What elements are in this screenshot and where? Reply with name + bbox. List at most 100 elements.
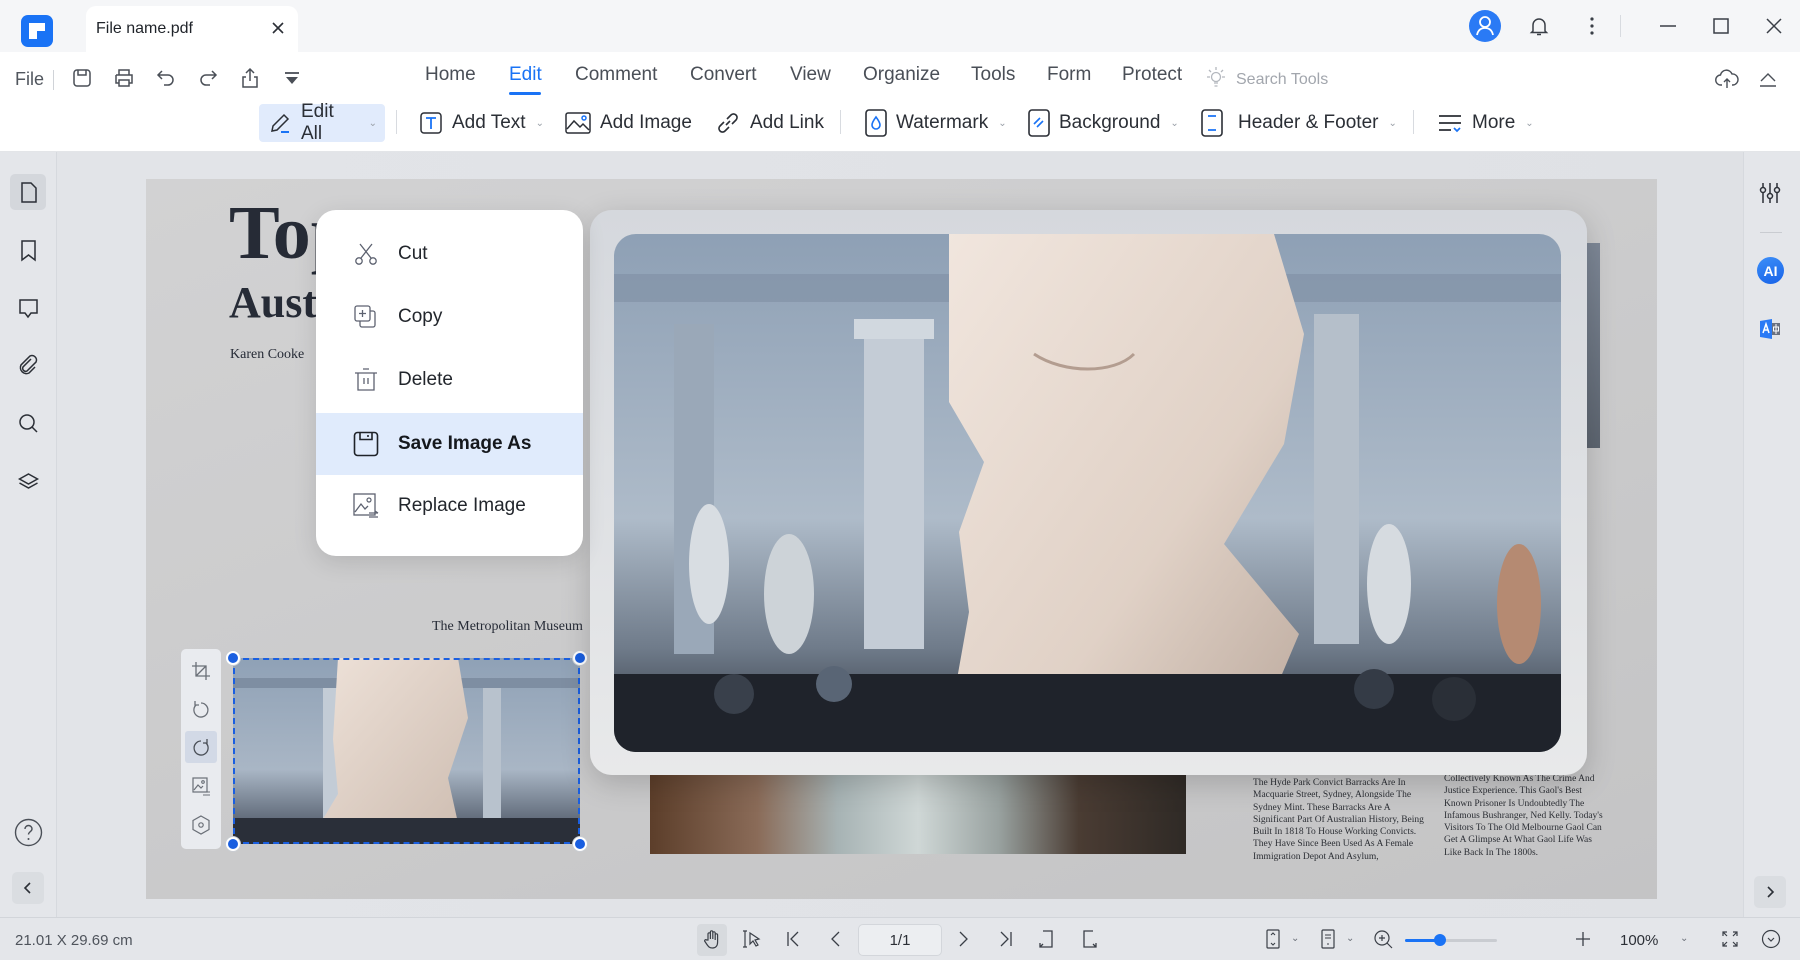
image-caption[interactable]: The Metropolitan Museum [432, 619, 583, 635]
sidebar-item-comments[interactable] [16, 296, 41, 321]
maximize-icon[interactable] [1709, 14, 1733, 38]
app-logo-icon[interactable] [21, 15, 53, 47]
resize-handle-top-left[interactable] [226, 651, 240, 665]
fullscreen-icon[interactable] [1720, 929, 1740, 949]
expand-status-icon[interactable] [1761, 929, 1781, 949]
context-menu: Cut Copy Delete Save Image As Replace Im… [316, 210, 583, 556]
tab-edit[interactable]: Edit [509, 64, 542, 86]
background-button[interactable]: Background ⌄ [1019, 104, 1187, 142]
customize-toolbar-icon[interactable] [280, 66, 304, 90]
menu-item-save-image-as[interactable]: Save Image As [316, 413, 583, 475]
file-menu[interactable]: File [15, 69, 44, 90]
page-fit-icon[interactable] [1263, 929, 1283, 949]
collapse-left-panel-button[interactable] [12, 872, 44, 904]
add-link-button[interactable]: Add Link [706, 104, 832, 142]
tab-organize[interactable]: Organize [863, 64, 940, 86]
zoom-in-icon[interactable] [1573, 929, 1593, 949]
tab-tools[interactable]: Tools [971, 64, 1015, 86]
left-sidebar [0, 152, 57, 917]
ai-assistant-button[interactable]: AI [1757, 257, 1784, 284]
resize-handle-bottom-left[interactable] [226, 837, 240, 851]
save-icon[interactable] [70, 66, 94, 90]
chevron-down-icon: ⌄ [1170, 117, 1179, 129]
tab-protect[interactable]: Protect [1122, 64, 1182, 86]
last-page-icon[interactable] [995, 929, 1015, 949]
rotate-page-left-icon[interactable] [1036, 929, 1056, 949]
crop-icon[interactable] [191, 661, 211, 681]
tab-view[interactable]: View [790, 64, 831, 86]
add-link-label: Add Link [750, 112, 824, 133]
chevron-down-icon: ⌄ [998, 117, 1007, 129]
edit-all-button[interactable]: Edit All ⌄ [259, 101, 385, 144]
next-page-icon[interactable] [953, 929, 973, 949]
chevron-right-icon [1767, 886, 1775, 898]
add-image-button[interactable]: Add Image [556, 104, 700, 142]
watermark-label: Watermark [896, 112, 989, 133]
resize-handle-bottom-right[interactable] [573, 837, 587, 851]
rotate-page-right-icon[interactable] [1080, 929, 1100, 949]
search-tools-input[interactable]: Search Tools [1236, 71, 1328, 89]
select-tool-icon[interactable] [742, 929, 762, 949]
more-vertical-icon[interactable] [1580, 14, 1604, 38]
layers-icon [17, 473, 40, 489]
chevron-down-icon: ⌄ [1388, 117, 1397, 129]
user-avatar[interactable] [1469, 10, 1501, 42]
chevron-down-icon[interactable]: ⌄ [1680, 933, 1688, 944]
first-page-icon[interactable] [784, 929, 804, 949]
zoom-level[interactable]: 100% [1620, 932, 1658, 949]
cloud-upload-icon[interactable] [1714, 66, 1740, 92]
document-author[interactable]: Karen Cooke [230, 347, 304, 363]
document-image-bottom[interactable] [650, 770, 1186, 854]
rotate-left-icon[interactable] [191, 699, 211, 719]
minimize-icon[interactable] [1656, 14, 1680, 38]
header-footer-button[interactable]: Header & Footer ⌄ [1192, 104, 1405, 142]
menu-item-copy[interactable]: Copy [316, 286, 583, 348]
properties-sliders-icon[interactable] [1757, 180, 1783, 206]
sidebar-item-attachments[interactable] [16, 353, 41, 378]
close-window-icon[interactable] [1762, 14, 1786, 38]
chevron-down-icon[interactable]: ⌄ [1291, 933, 1299, 944]
menu-item-replace-image[interactable]: Replace Image [316, 475, 583, 537]
print-icon[interactable] [112, 66, 136, 90]
right-sidebar-divider [1760, 232, 1782, 233]
tab-home[interactable]: Home [425, 64, 476, 86]
sidebar-item-search[interactable] [16, 411, 41, 436]
save-icon [352, 430, 380, 458]
help-icon[interactable] [14, 818, 43, 847]
paragraph-melbourne-gaol[interactable]: Collectively Known As The Crime And Just… [1444, 773, 1604, 859]
tab-convert[interactable]: Convert [690, 64, 757, 86]
page-layout-icon[interactable] [1318, 929, 1338, 949]
add-image-label: Add Image [600, 112, 692, 133]
sidebar-item-pages[interactable] [16, 180, 41, 205]
menu-item-cut[interactable]: Cut [316, 223, 583, 285]
tab-comment[interactable]: Comment [575, 64, 657, 86]
watermark-button[interactable]: Watermark ⌄ [856, 104, 1015, 142]
hand-tool-icon[interactable] [702, 929, 722, 949]
image-settings-icon[interactable] [191, 815, 211, 835]
notification-bell-icon[interactable] [1527, 14, 1551, 38]
zoom-slider-handle[interactable] [1433, 934, 1446, 946]
paragraph-convict-barracks[interactable]: The Hyde Park Convict Barracks Are In Ma… [1253, 777, 1433, 863]
redo-icon[interactable] [196, 66, 220, 90]
previous-page-icon[interactable] [826, 929, 846, 949]
page-number-input[interactable]: 1/1 [858, 924, 942, 956]
background-icon [1027, 108, 1051, 138]
sidebar-item-bookmarks[interactable] [16, 238, 41, 263]
collapse-right-panel-button[interactable] [1754, 876, 1786, 908]
more-button[interactable]: More ⌄ [1428, 104, 1542, 142]
close-tab-icon[interactable] [268, 18, 288, 38]
menu-item-delete[interactable]: Delete [316, 349, 583, 411]
rotate-right-icon[interactable] [191, 737, 211, 757]
sidebar-item-layers[interactable] [16, 469, 41, 494]
zoom-out-icon[interactable] [1373, 929, 1393, 949]
text-box-icon [418, 110, 444, 136]
translate-icon[interactable] [1758, 317, 1782, 341]
resize-handle-top-right[interactable] [573, 651, 587, 665]
add-text-button[interactable]: Add Text ⌄ [410, 104, 552, 142]
tab-form[interactable]: Form [1047, 64, 1091, 86]
share-icon[interactable] [238, 66, 262, 90]
replace-image-icon[interactable] [191, 776, 211, 796]
undo-icon[interactable] [154, 66, 178, 90]
collapse-ribbon-icon[interactable] [1755, 66, 1781, 92]
chevron-down-icon[interactable]: ⌄ [1346, 933, 1354, 944]
